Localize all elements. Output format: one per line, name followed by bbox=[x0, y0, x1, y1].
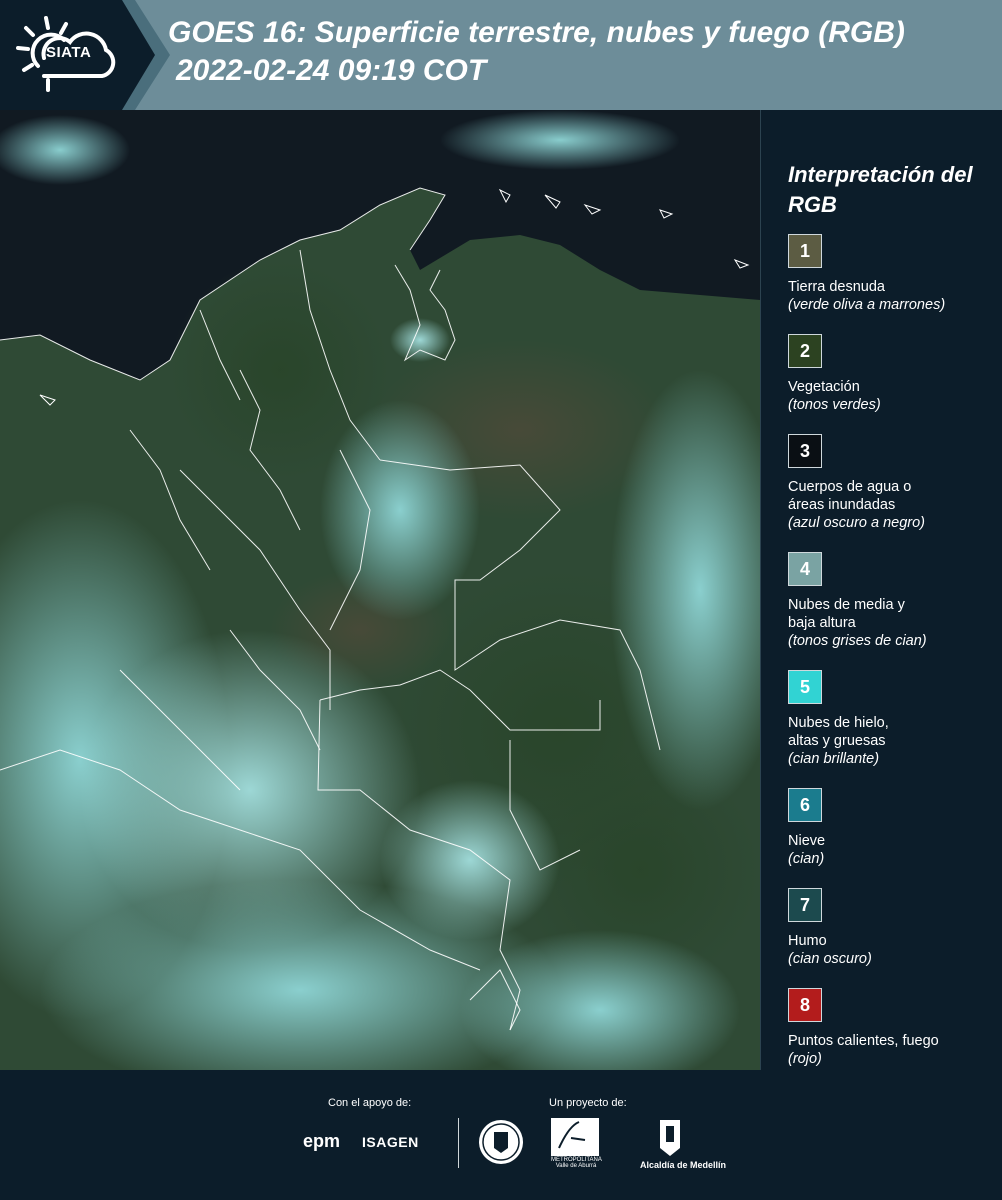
isagen-logo: ISAGEN bbox=[362, 1134, 419, 1150]
legend-swatch: 2 bbox=[788, 334, 822, 368]
legend-swatch: 7 bbox=[788, 888, 822, 922]
legend-desc: (azul oscuro a negro) bbox=[788, 515, 926, 531]
legend-label: Nubes de media y baja altura bbox=[788, 597, 905, 631]
legend-item-4: 4 Nubes de media y baja altura (tonos gris… bbox=[788, 552, 993, 650]
footer-divider bbox=[458, 1118, 459, 1168]
legend-item-5: 5 Nubes de hielo, altas y gruesas (cian br… bbox=[788, 670, 993, 768]
legend-desc: (rojo) bbox=[788, 1051, 822, 1067]
legend-label: Humo bbox=[788, 933, 827, 949]
cloud-area bbox=[320, 400, 480, 620]
legend-desc: (tonos grises de cian) bbox=[788, 633, 927, 649]
legend-swatch: 3 bbox=[788, 434, 822, 468]
cloud-area bbox=[380, 780, 560, 940]
legend-label: Nieve bbox=[788, 833, 826, 849]
project-label: Un proyecto de: bbox=[549, 1097, 627, 1109]
legend-items: 1 Tierra desnuda (verde oliva a marrones) 2… bbox=[788, 234, 993, 1068]
legend-item-8: 8 Puntos calientes, fuego (rojo) bbox=[788, 988, 993, 1068]
page-timestamp: 2022-02-24 09:19 COT bbox=[176, 54, 487, 87]
legend-label: Tierra desnuda bbox=[788, 279, 885, 295]
legend-label: Nubes de hielo, altas y gruesas bbox=[788, 715, 889, 749]
legend-desc: (cian oscuro) bbox=[788, 951, 872, 967]
legend-desc: (verde oliva a marrones) bbox=[788, 297, 946, 313]
support-label: Con el apoyo de: bbox=[328, 1097, 412, 1109]
university-seal-icon bbox=[479, 1120, 523, 1164]
legend-item-6: 6 Nieve (cian) bbox=[788, 788, 993, 868]
legend-label: Puntos calientes, fuego bbox=[788, 1033, 939, 1049]
amva-logo-text: METROPOLITANA Valle de Aburrá bbox=[551, 1157, 602, 1169]
legend-desc: (cian brillante) bbox=[788, 751, 880, 767]
legend-item-2: 2 Vegetación (tonos verdes) bbox=[788, 334, 993, 414]
epm-logo: epm bbox=[303, 1131, 341, 1151]
alcaldia-logo-text: Alcaldía de Medellín bbox=[640, 1160, 727, 1170]
legend-item-3: 3 Cuerpos de agua o áreas inundadas (azul … bbox=[788, 434, 993, 532]
siata-logo-text: SIATA bbox=[46, 44, 92, 61]
map-legend-divider bbox=[760, 110, 761, 1070]
legend-panel: Interpretación del RGB 1 Tierra desnuda (v… bbox=[788, 160, 993, 1068]
legend-swatch: 1 bbox=[788, 234, 822, 268]
legend-swatch: 8 bbox=[788, 988, 822, 1022]
legend-label: Cuerpos de agua o áreas inundadas bbox=[788, 479, 912, 513]
satellite-map-canvas bbox=[0, 110, 760, 1070]
header-bar: SIATA GOES 16: Superficie terrestre, nub… bbox=[0, 0, 1002, 110]
legend-item-7: 7 Humo (cian oscuro) bbox=[788, 888, 993, 968]
legend-swatch: 4 bbox=[788, 552, 822, 586]
legend-label: Vegetación bbox=[788, 379, 860, 395]
legend-desc: (cian) bbox=[788, 851, 825, 867]
satellite-map[interactable] bbox=[0, 110, 760, 1070]
legend-swatch: 5 bbox=[788, 670, 822, 704]
legend-item-1: 1 Tierra desnuda (verde oliva a marrones) bbox=[788, 234, 993, 314]
legend-swatch: 6 bbox=[788, 788, 822, 822]
legend-desc: (tonos verdes) bbox=[788, 397, 881, 413]
page-title: GOES 16: Superficie terrestre, nubes y f… bbox=[168, 16, 905, 49]
legend-title: Interpretación del RGB bbox=[788, 162, 973, 217]
cloud-area bbox=[440, 110, 680, 170]
